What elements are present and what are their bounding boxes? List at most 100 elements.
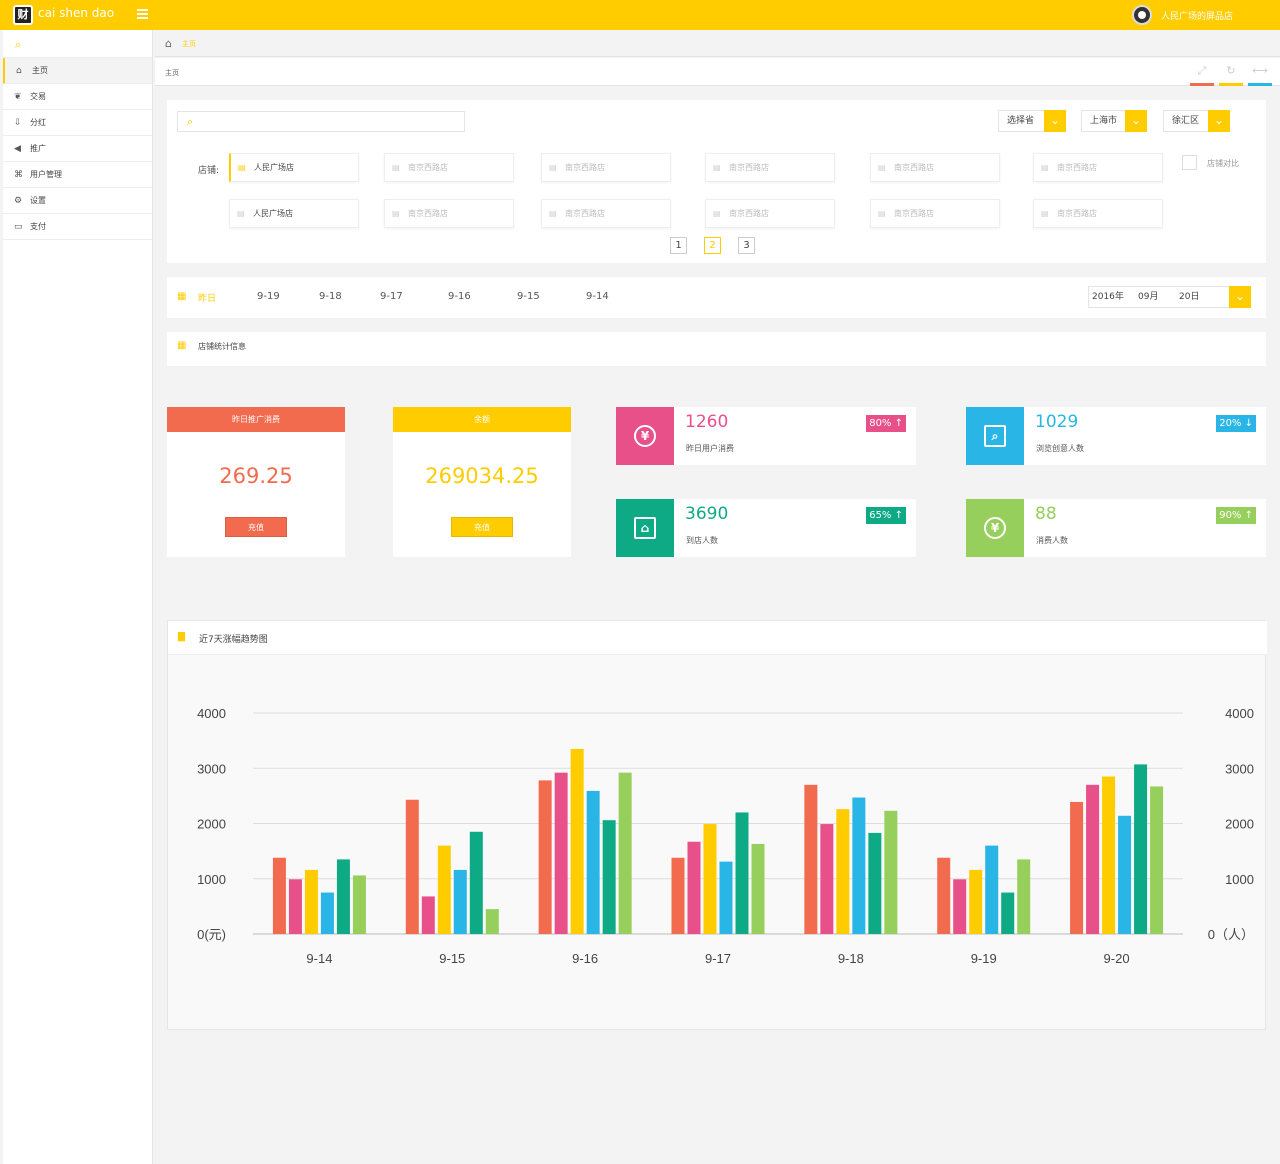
shop-option[interactable]: ▤ 南京西路店 (870, 153, 1000, 182)
sidebar-item-payment[interactable]: ▭ 支付 (3, 214, 152, 240)
shop-option[interactable]: ▤ 南京西路店 (870, 199, 1000, 228)
city-select[interactable]: 上海市 ⌄ (1081, 110, 1147, 132)
chart-bar (703, 824, 717, 934)
shop-option[interactable]: ▤ 南京西路店 (1033, 153, 1163, 182)
sidebar-item-promotion[interactable]: ◀ 推广 (3, 136, 152, 162)
store-icon: ▤ (1041, 209, 1049, 218)
store-icon: ▤ (549, 209, 557, 218)
shop-name: 南京西路店 (894, 209, 934, 218)
search-input[interactable]: ⌕ (177, 111, 465, 132)
shop-option[interactable]: ▤ 人民广场店 (229, 153, 359, 182)
metric-label: 昨日用户消费 (686, 444, 734, 453)
shop-option[interactable]: ▤ 南京西路店 (705, 199, 835, 228)
province-select[interactable]: 选择省 ⌄ (998, 110, 1066, 132)
fullscreen-icon[interactable]: ⤢ (1190, 64, 1214, 86)
refresh-icon[interactable]: ↻ (1219, 64, 1243, 86)
metric-value: 3690 (685, 504, 729, 524)
y-left-tick-label: 1000 (197, 872, 226, 887)
date-tab[interactable]: 9-16 (448, 291, 471, 302)
home-icon: ⌂ (16, 66, 22, 76)
balance-value: 269034.25 (425, 464, 539, 488)
current-store-name[interactable]: 人民广场的屏品店 (1161, 9, 1233, 22)
recharge-button[interactable]: 充值 (451, 517, 513, 537)
sidebar-item-home[interactable]: ⌂ 主页 (3, 58, 152, 84)
sidebar-item-dividend[interactable]: ⇩ 分红 (3, 110, 152, 136)
home-icon[interactable]: ⌂ (165, 37, 172, 50)
sidebar-item-label: 支付 (30, 222, 46, 231)
sidebar-item-label: 交易 (30, 92, 46, 101)
sidebar-search[interactable]: ⌕ (3, 30, 152, 58)
chart-bar (453, 869, 467, 934)
chevron-down-icon[interactable]: ⌄ (1208, 110, 1230, 132)
shop-option[interactable]: ▤ 南京西路店 (384, 153, 514, 182)
search-icon[interactable]: ⌕ (15, 38, 21, 52)
date-tab[interactable]: 9-17 (380, 291, 403, 302)
date-tab[interactable]: 9-14 (586, 291, 609, 302)
chart-title: 近7天涨幅趋势图 (199, 635, 268, 645)
date-tab[interactable]: 9-15 (517, 291, 540, 302)
chevron-down-icon[interactable]: ⌄ (1125, 110, 1147, 132)
store-icon: ▤ (392, 209, 400, 218)
metric-consumers: ¥ 88 消费人数 90% ↑ (966, 499, 1266, 557)
metric-badge: 65% ↑ (866, 507, 906, 524)
chart-bar (719, 861, 733, 934)
chart-bar (1118, 815, 1132, 934)
recharge-button[interactable]: 充值 (225, 517, 287, 537)
date-year[interactable]: 2016年 (1092, 287, 1124, 307)
x-tick-label: 9-20 (1104, 951, 1130, 966)
sidebar-item-settings[interactable]: ⚙ 设置 (3, 188, 152, 214)
sidebar-item-label: 分红 (30, 118, 46, 127)
chart-bar (336, 859, 350, 934)
chart-bar (405, 799, 419, 934)
date-day[interactable]: 20日 (1179, 287, 1199, 307)
chart-bar (687, 841, 701, 934)
date-tab-yesterday[interactable]: 昨日 (198, 291, 216, 304)
menu-toggle-icon[interactable] (137, 9, 148, 19)
chevron-down-icon[interactable]: ⌄ (1044, 110, 1066, 132)
sidebar-item-trade[interactable]: ❦ 交易 (3, 84, 152, 110)
shop-name: 南京西路店 (729, 209, 769, 218)
tab-home[interactable]: 主页 (165, 68, 179, 78)
date-tab[interactable]: 9-19 (257, 291, 280, 302)
arrow-up-icon: ↑ (1241, 510, 1253, 521)
district-select[interactable]: 徐汇区 ⌄ (1163, 110, 1230, 132)
ad-spend-value: 269.25 (219, 464, 293, 488)
page-button[interactable]: 3 (738, 237, 755, 254)
sidebar-item-label: 推广 (30, 144, 46, 153)
shop-name: 南京西路店 (565, 209, 605, 218)
y-right-tick-label: 1000 (1225, 872, 1254, 887)
date-month[interactable]: 09月 (1138, 287, 1158, 307)
expand-width-icon[interactable]: ⟷ (1248, 64, 1272, 86)
gear-icon: ⚙ (14, 196, 23, 206)
chart-bar (820, 824, 834, 934)
metric-value: 1260 (685, 412, 729, 432)
shop-option[interactable]: ▤ 南京西路店 (541, 199, 671, 228)
shop-option[interactable]: ▤ 南京西路店 (384, 199, 514, 228)
shop-option[interactable]: ▤ 人民广场店 (229, 199, 359, 228)
page-button[interactable]: 1 (670, 237, 687, 254)
date-picker[interactable]: 2016年 09月 20日 ⌄ (1088, 286, 1251, 308)
breadcrumb-item[interactable]: 主页 (182, 39, 196, 49)
chart-bar (735, 812, 749, 934)
shop-option[interactable]: ▤ 南京西路店 (541, 153, 671, 182)
shop-name: 南京西路店 (894, 163, 934, 172)
date-tab[interactable]: 9-18 (319, 291, 342, 302)
date-filter-bar: ▦ 昨日 9-19 9-18 9-17 9-16 9-15 9-14 2016年… (167, 277, 1266, 318)
sidebar-item-user-management[interactable]: ⌘ 用户管理 (3, 162, 152, 188)
y-right-tick-label: 0（人） (1208, 927, 1254, 942)
store-icon: ▤ (238, 163, 246, 172)
city-value: 上海市 (1090, 116, 1118, 126)
shop-option[interactable]: ▤ 南京西路店 (1033, 199, 1163, 228)
chart-header: ▇ 近7天涨幅趋势图 (168, 621, 1267, 655)
breadcrumb: ⌂ 主页 (155, 30, 1280, 57)
shop-compare-checkbox[interactable] (1182, 155, 1197, 170)
metric-label: 浏览创意人数 (1036, 444, 1084, 453)
x-tick-label: 9-14 (306, 951, 332, 966)
user-avatar[interactable] (1132, 5, 1152, 25)
shop-option[interactable]: ▤ 南京西路店 (705, 153, 835, 182)
store-icon: ▤ (713, 209, 721, 218)
metric-visitors: ⌂ 3690 到店人数 65% ↑ (616, 499, 916, 557)
chevron-down-icon[interactable]: ⌄ (1229, 286, 1251, 308)
page-button-active[interactable]: 2 (704, 237, 721, 254)
app-logo[interactable]: 财 (13, 5, 33, 25)
